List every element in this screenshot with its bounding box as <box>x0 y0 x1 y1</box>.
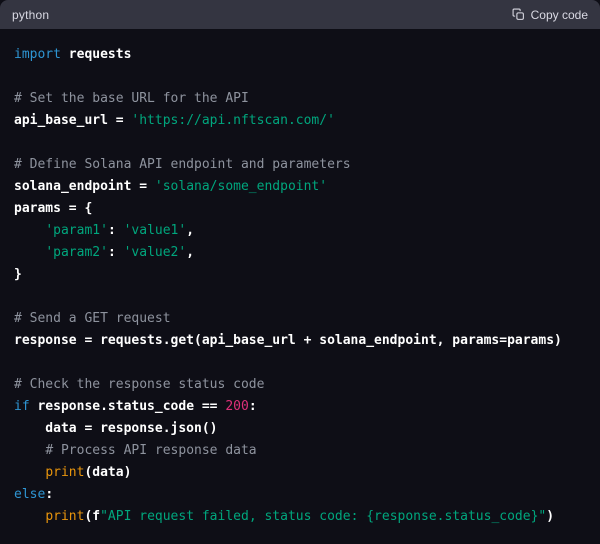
code-line <box>14 352 586 374</box>
code-token-plain: api_base_url = <box>14 113 131 128</box>
code-token-string: 'value2' <box>124 245 187 260</box>
code-line: response = requests.get(api_base_url + s… <box>14 330 586 352</box>
code-line: 'param1': 'value1', <box>14 220 586 242</box>
code-token-builtin: print <box>45 465 84 480</box>
code-line: # Send a GET request <box>14 308 586 330</box>
code-token-plain: data = response.json() <box>14 421 218 436</box>
code-token-plain <box>14 509 45 524</box>
code-token-string: "API request failed, status code: {respo… <box>100 509 546 524</box>
clipboard-icon <box>512 8 525 21</box>
code-line: 'param2': 'value2', <box>14 242 586 264</box>
code-line: print(f"API request failed, status code:… <box>14 506 586 528</box>
code-token-plain: response.status_code == <box>30 399 226 414</box>
code-content: import requests # Set the base URL for t… <box>0 29 600 544</box>
code-block-window: python Copy code import requests # Set t… <box>0 0 600 544</box>
copy-code-label: Copy code <box>531 8 588 22</box>
code-line <box>14 132 586 154</box>
code-token-string: 'param1' <box>45 223 108 238</box>
code-token-plain: : <box>108 223 124 238</box>
code-token-plain: ) <box>546 509 554 524</box>
code-token-builtin: print <box>45 509 84 524</box>
code-line: # Check the response status code <box>14 374 586 396</box>
code-token-comment: # Set the base URL for the API <box>14 91 249 106</box>
code-token-comment: # Send a GET request <box>14 311 171 326</box>
code-line: if response.status_code == 200: <box>14 396 586 418</box>
code-line: } <box>14 264 586 286</box>
code-line: data = response.json() <box>14 418 586 440</box>
code-line: import requests <box>14 44 586 66</box>
code-line: # Set the base URL for the API <box>14 88 586 110</box>
code-token-plain: (f <box>84 509 100 524</box>
code-line: # Define Solana API endpoint and paramet… <box>14 154 586 176</box>
code-token-keyword: import <box>14 47 61 62</box>
code-line: else: <box>14 484 586 506</box>
code-token-plain <box>14 245 45 260</box>
code-token-plain: params = { <box>14 201 92 216</box>
code-token-string: 'value1' <box>124 223 187 238</box>
code-line: params = { <box>14 198 586 220</box>
code-token-string: 'https://api.nftscan.com/' <box>131 113 335 128</box>
code-token-plain: } <box>14 267 22 282</box>
code-token-plain: (data) <box>84 465 131 480</box>
code-line: api_base_url = 'https://api.nftscan.com/… <box>14 110 586 132</box>
code-token-plain <box>14 443 45 458</box>
code-token-plain <box>14 465 45 480</box>
code-token-plain <box>14 223 45 238</box>
code-token-comment: # Define Solana API endpoint and paramet… <box>14 157 351 172</box>
code-token-keyword: if <box>14 399 30 414</box>
code-token-comment: # Check the response status code <box>14 377 264 392</box>
code-token-comment: # Process API response data <box>45 443 256 458</box>
code-lines-container: import requests # Set the base URL for t… <box>14 44 586 528</box>
code-token-plain: , <box>186 223 194 238</box>
code-token-keyword: else <box>14 487 45 502</box>
code-token-number: 200 <box>225 399 248 414</box>
code-language-label: python <box>12 8 49 22</box>
code-token-plain: solana_endpoint = <box>14 179 155 194</box>
code-token-plain: , <box>186 245 194 260</box>
code-block-header: python Copy code <box>0 0 600 29</box>
code-token-string: 'solana/some_endpoint' <box>155 179 327 194</box>
code-line <box>14 66 586 88</box>
copy-code-button[interactable]: Copy code <box>512 8 588 22</box>
code-line: solana_endpoint = 'solana/some_endpoint' <box>14 176 586 198</box>
code-line: print(data) <box>14 462 586 484</box>
code-line <box>14 286 586 308</box>
code-line: # Process API response data <box>14 440 586 462</box>
code-token-plain: requests <box>61 47 131 62</box>
code-token-plain: response = requests.get(api_base_url + s… <box>14 333 562 348</box>
code-token-plain: : <box>108 245 124 260</box>
code-token-string: 'param2' <box>45 245 108 260</box>
code-token-plain: : <box>45 487 53 502</box>
code-token-plain: : <box>249 399 257 414</box>
